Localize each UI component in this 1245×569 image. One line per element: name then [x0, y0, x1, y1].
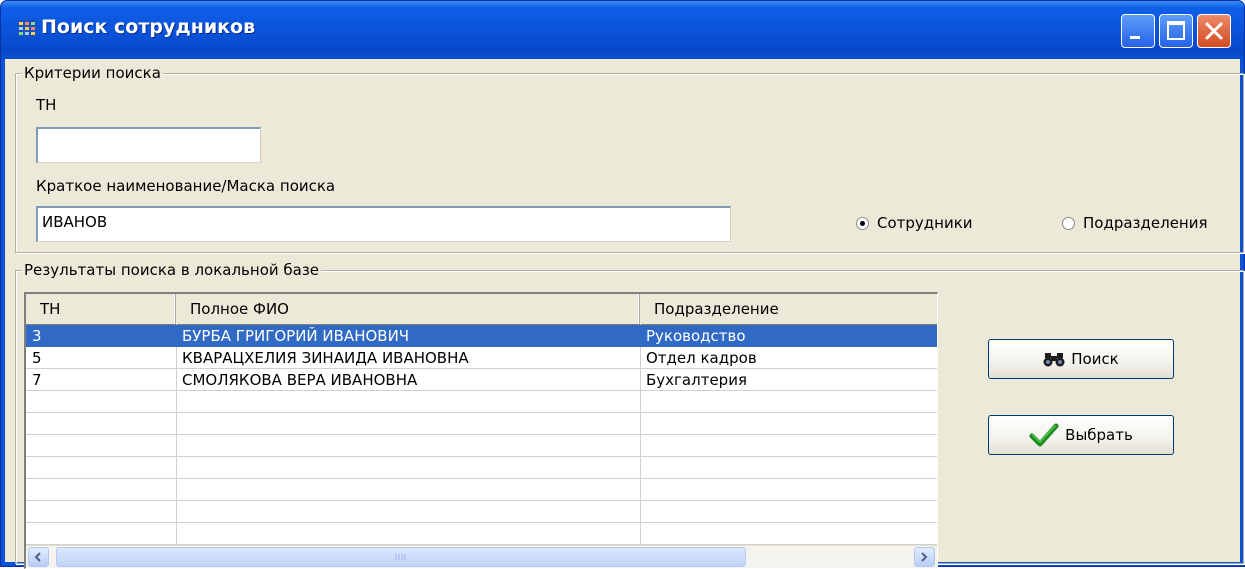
- row-divider: [26, 522, 937, 523]
- title-bar[interactable]: Поиск сотрудников: [1, 1, 1244, 59]
- cell-department: Бухгалтерия: [646, 371, 747, 389]
- cell-fio: КВАРАЦХЕЛИЯ ЗИНАИДА ИВАНОВНА: [182, 349, 469, 367]
- row-divider: [26, 500, 937, 501]
- select-button-label: Выбрать: [1065, 426, 1133, 444]
- search-criteria-legend: Критерии поиска: [22, 64, 163, 82]
- radio-employees-label: Сотрудники: [877, 214, 973, 232]
- search-button-label: Поиск: [1071, 350, 1119, 368]
- select-button[interactable]: Выбрать: [988, 415, 1174, 455]
- app-icon: [17, 20, 37, 37]
- row-divider: [26, 456, 937, 457]
- column-header-department[interactable]: Подразделение: [640, 294, 937, 324]
- radio-employees[interactable]: Сотрудники: [856, 214, 973, 232]
- cell-department: Отдел кадров: [646, 349, 757, 367]
- cell-fio: СМОЛЯКОВА ВЕРА ИВАНОВНА: [182, 371, 418, 389]
- column-header-fio[interactable]: Полное ФИО: [176, 294, 640, 324]
- cell-department: Руководство: [646, 327, 746, 345]
- arrow-right-icon: [921, 552, 928, 562]
- search-button[interactable]: Поиск: [988, 339, 1174, 379]
- maximize-button[interactable]: [1159, 14, 1193, 48]
- row-divider: [26, 434, 937, 435]
- search-employees-window: Поиск сотрудников Критерии поиска ТН Кра…: [0, 0, 1245, 569]
- horizontal-scrollbar[interactable]: [26, 545, 937, 568]
- binoculars-icon: [1043, 353, 1065, 367]
- search-criteria-group: Критерии поиска ТН Краткое наименование/…: [15, 64, 1244, 253]
- maximize-icon: [1167, 21, 1185, 40]
- column-header-tn[interactable]: ТН: [26, 294, 176, 324]
- grip-icon: [395, 554, 406, 560]
- scroll-left-button[interactable]: [28, 547, 49, 567]
- minimize-button[interactable]: [1121, 14, 1155, 48]
- cell-tn: 3: [32, 327, 42, 345]
- radio-departments-dot[interactable]: [1062, 216, 1075, 230]
- mask-label: Краткое наименование/Маска поиска: [36, 177, 336, 195]
- table-row[interactable]: 5 КВАРАЦХЕЛИЯ ЗИНАИДА ИВАНОВНА Отдел кад…: [26, 347, 937, 369]
- window-client-area: Критерии поиска ТН Краткое наименование/…: [5, 59, 1244, 569]
- arrow-left-icon: [34, 552, 41, 562]
- radio-employees-dot[interactable]: [856, 216, 869, 230]
- radio-departments[interactable]: Подразделения: [1062, 214, 1208, 232]
- results-table[interactable]: ТН Полное ФИО Подразделение 3 БУРБА ГРИГ…: [24, 292, 938, 569]
- table-header: ТН Полное ФИО Подразделение: [26, 294, 937, 325]
- close-icon: [1205, 22, 1223, 40]
- row-divider: [26, 412, 937, 413]
- tn-input[interactable]: [36, 127, 261, 163]
- mask-input[interactable]: ИВАНОВ: [36, 206, 731, 242]
- window-title: Поиск сотрудников: [41, 16, 256, 38]
- row-divider: [26, 478, 937, 479]
- close-button[interactable]: [1197, 14, 1231, 48]
- radio-departments-label: Подразделения: [1083, 214, 1208, 232]
- scroll-thumb[interactable]: [56, 547, 746, 567]
- cell-tn: 5: [32, 349, 42, 367]
- minimize-icon: [1130, 36, 1140, 39]
- scroll-right-button[interactable]: [914, 547, 935, 567]
- cell-fio: БУРБА ГРИГОРИЙ ИВАНОВИЧ: [182, 327, 410, 345]
- tn-label: ТН: [36, 96, 57, 114]
- table-row[interactable]: 3 БУРБА ГРИГОРИЙ ИВАНОВИЧ Руководство: [26, 325, 937, 347]
- checkmark-icon: [1029, 423, 1059, 447]
- search-results-legend: Результаты поиска в локальной базе: [22, 261, 322, 279]
- table-row[interactable]: 7 СМОЛЯКОВА ВЕРА ИВАНОВНА Бухгалтерия: [26, 369, 937, 391]
- cell-tn: 7: [32, 371, 42, 389]
